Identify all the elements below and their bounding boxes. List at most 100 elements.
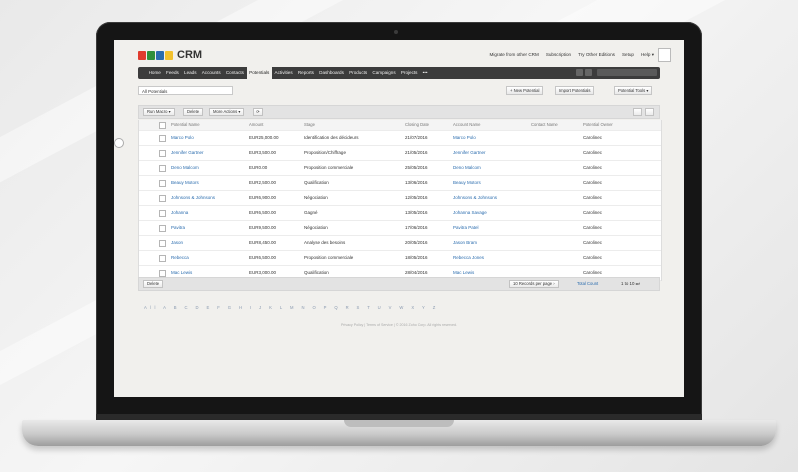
table-row[interactable]: Rebecca EUR6,500.00 Proposition commercial… xyxy=(139,251,661,266)
cell-stage: Gagné xyxy=(304,210,318,215)
calendar-icon[interactable] xyxy=(585,69,592,76)
select-all-checkbox[interactable] xyxy=(159,122,166,129)
table-row[interactable]: Jennifer Gartner EUR3,500.00 Proposition/C… xyxy=(139,146,661,161)
col-stage[interactable]: Stage xyxy=(304,120,315,130)
tab-home[interactable]: Home xyxy=(146,67,163,79)
side-panel-icon[interactable] xyxy=(114,138,124,148)
tab-leads[interactable]: Leads xyxy=(181,67,199,79)
setup-link[interactable]: Setup xyxy=(622,52,634,58)
trackpad-notch xyxy=(344,420,454,427)
tab-dashboards[interactable]: Dashboards xyxy=(317,67,347,79)
table-row[interactable]: Johnsons & Johnsons EUR6,900.00 Négociatio… xyxy=(139,191,661,206)
table-row[interactable]: Jason EUR8,450.00 Analyse des besoins 20/05… xyxy=(139,236,661,251)
row-checkbox[interactable] xyxy=(159,165,166,172)
cell-account[interactable]: Pavitra Patel xyxy=(453,221,479,235)
row-checkbox[interactable] xyxy=(159,225,166,232)
cell-amount: EUR6,900.00 xyxy=(249,195,277,200)
cell-name[interactable]: Rebecca xyxy=(171,251,189,265)
col-closing-date[interactable]: Closing Date xyxy=(405,120,429,130)
cell-name[interactable]: Johnsons & Johnsons xyxy=(171,191,215,205)
try-editions-link[interactable]: Try Other Editions xyxy=(578,52,615,58)
subscription-link[interactable]: Subscription xyxy=(546,52,571,58)
col-potential-name[interactable]: Potential Name xyxy=(171,120,200,130)
row-checkbox[interactable] xyxy=(159,210,166,217)
table-row[interactable]: Marco Polo EUR25,000.00 Identification des… xyxy=(139,131,661,146)
records-per-page-select[interactable]: 10 Records per page › xyxy=(509,280,559,288)
tab-feeds[interactable]: Feeds xyxy=(163,67,181,79)
top-bar: CRM Migrate from other CRM Subscription … xyxy=(114,40,684,66)
import-potentials-button[interactable]: Import Potentials xyxy=(555,86,595,95)
print-icon[interactable] xyxy=(645,108,654,116)
tab-reports[interactable]: Reports xyxy=(295,67,316,79)
logo-block-yellow xyxy=(165,50,173,60)
col-account-name[interactable]: Account Name xyxy=(453,120,480,130)
footer-delete-button[interactable]: Delete xyxy=(143,280,164,288)
row-checkbox[interactable] xyxy=(159,240,166,247)
main-nav: Home Feeds Leads Accounts Contacts Poten… xyxy=(138,67,660,79)
cell-owner: Carolinec xyxy=(583,210,603,215)
table-row[interactable]: Johanna EUR6,500.00 Gagné 13/05/2016 Johanna… xyxy=(139,206,661,221)
row-checkbox[interactable] xyxy=(159,135,166,142)
table-settings-icon[interactable] xyxy=(633,108,642,116)
tab-campaigns[interactable]: Campaigns xyxy=(370,67,398,79)
tab-activities[interactable]: Activities xyxy=(272,67,295,79)
cell-stage: Négociation xyxy=(304,225,328,230)
create-icon[interactable] xyxy=(576,69,583,76)
cell-account[interactable]: Johanna Savage xyxy=(453,206,487,220)
view-select[interactable]: All Potentials xyxy=(138,86,233,95)
new-potential-button[interactable]: + New Potential xyxy=(506,86,544,95)
cell-name[interactable]: Jennifer Gartner xyxy=(171,146,204,160)
cell-name[interactable]: Johanna xyxy=(171,206,188,220)
cell-account[interactable]: Beauy Motors xyxy=(453,176,481,190)
table-row[interactable]: Beauy Motors EUR2,500.00 Qualification 13/0… xyxy=(139,176,661,191)
cell-name[interactable]: Deno Malcom xyxy=(171,161,199,175)
cell-owner: Carolinec xyxy=(583,225,603,230)
migrate-link[interactable]: Migrate from other CRM xyxy=(490,52,539,58)
row-checkbox[interactable] xyxy=(159,195,166,202)
cell-account[interactable]: Jason Bram xyxy=(453,236,477,250)
tab-contacts[interactable]: Contacts xyxy=(223,67,246,79)
row-checkbox[interactable] xyxy=(159,255,166,262)
total-count-link[interactable]: Total Count xyxy=(577,281,598,286)
avatar[interactable] xyxy=(658,48,671,62)
cell-name[interactable]: Marco Polo xyxy=(171,131,194,145)
cell-stage: Négociation xyxy=(304,195,328,200)
delete-button[interactable]: Delete xyxy=(183,108,204,116)
cell-account[interactable]: Johnsons & Johnsons xyxy=(453,191,497,205)
tab-projects[interactable]: Projects xyxy=(398,67,420,79)
run-macro-button[interactable]: Run Macro ▾ xyxy=(143,108,175,116)
pagination[interactable]: 1 to 10 ⏭ xyxy=(621,281,640,286)
cell-account[interactable]: Marco Polo xyxy=(453,131,476,145)
alphabet-filter[interactable]: All A B C D E F G H I J K L M N O P Q R … xyxy=(144,305,439,310)
cell-stage: Proposition commerciale xyxy=(304,255,354,260)
cell-name[interactable]: Beauy Motors xyxy=(171,176,199,190)
col-contact-name[interactable]: Contact Name xyxy=(531,120,558,130)
tab-products[interactable]: Products xyxy=(347,67,370,79)
cell-account[interactable]: Deno Malcom xyxy=(453,161,481,175)
search-input[interactable] xyxy=(597,69,657,76)
help-link[interactable]: Help ▾ xyxy=(641,52,654,58)
table-row[interactable]: Pavitra EUR9,500.00 Négociation 17/06/2016 P… xyxy=(139,221,661,236)
cell-amount: EUR6,500.00 xyxy=(249,255,277,260)
potential-tools-button[interactable]: Potential Tools ▾ xyxy=(614,86,653,95)
cell-name[interactable]: Pavitra xyxy=(171,221,185,235)
app-logo[interactable]: CRM xyxy=(138,49,202,61)
more-tabs-icon[interactable]: ••• xyxy=(420,67,430,79)
cell-account[interactable]: Rebecca Jones xyxy=(453,251,484,265)
more-actions-button[interactable]: More Actions ▾ xyxy=(209,108,245,116)
col-potential-owner[interactable]: Potential Owner xyxy=(583,120,613,130)
cell-amount: EUR2,500.00 xyxy=(249,180,277,185)
row-checkbox[interactable] xyxy=(159,150,166,157)
table-footer: Delete 10 Records per page › Total Count… xyxy=(138,277,660,291)
cell-amount: EUR8,450.00 xyxy=(249,240,277,245)
row-checkbox[interactable] xyxy=(159,270,166,277)
table-row[interactable]: Deno Malcom EUR0.00 Proposition commercial… xyxy=(139,161,661,176)
refresh-icon[interactable]: ⟳ xyxy=(253,108,263,116)
cell-account[interactable]: Jennifer Gartner xyxy=(453,146,486,160)
tab-potentials[interactable]: Potentials xyxy=(246,67,272,79)
cell-amount: EUR9,500.00 xyxy=(249,225,277,230)
col-amount[interactable]: Amount xyxy=(249,120,263,130)
cell-name[interactable]: Jason xyxy=(171,236,183,250)
row-checkbox[interactable] xyxy=(159,180,166,187)
tab-accounts[interactable]: Accounts xyxy=(199,67,223,79)
